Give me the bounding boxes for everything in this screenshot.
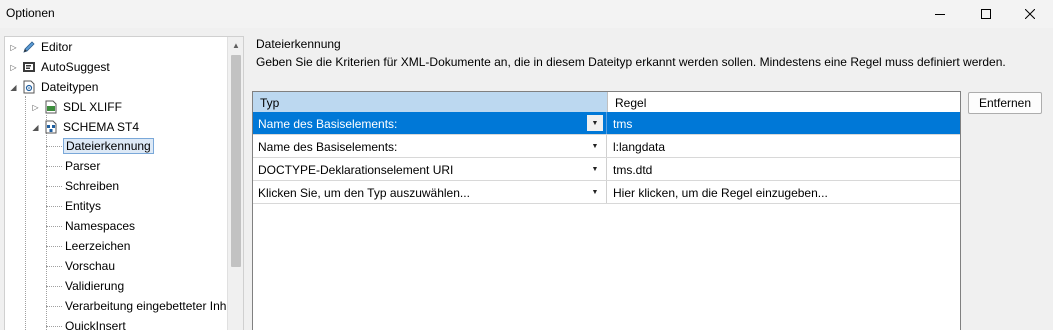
tree-item-label: Verarbeitung eingebetteter Inh <box>65 299 227 313</box>
pencil-icon <box>22 40 36 54</box>
type-cell[interactable]: Name des Basiselements: ▼ <box>253 135 607 157</box>
dropdown-arrow-icon[interactable]: ▼ <box>587 184 603 200</box>
tree-item-label: Namespaces <box>65 219 136 233</box>
column-header-typ[interactable]: Typ <box>253 92 608 112</box>
dropdown-arrow-icon[interactable]: ▼ <box>587 161 603 177</box>
dropdown-arrow-icon[interactable]: ▼ <box>587 138 603 154</box>
minimize-button[interactable] <box>917 0 963 28</box>
table-row[interactable]: DOCTYPE-Deklarationselement URI ▼ tms.dt… <box>253 158 960 181</box>
type-value: Name des Basiselements: <box>258 140 398 154</box>
tree-item-label: Leerzeichen <box>65 239 131 253</box>
collapse-arrow-icon[interactable]: ◢ <box>31 117 40 137</box>
column-header-regel[interactable]: Regel <box>608 92 960 112</box>
filetypes-icon <box>22 80 36 94</box>
maximize-button[interactable] <box>963 0 1009 28</box>
minimize-icon <box>935 14 945 15</box>
rule-cell[interactable]: tms <box>608 112 960 134</box>
section-title: Dateierkennung <box>256 37 341 51</box>
maximize-icon <box>981 9 991 19</box>
type-value: Name des Basiselements: <box>258 117 398 131</box>
tree-scrollbar[interactable]: ▲ <box>227 37 243 330</box>
expand-arrow-icon[interactable]: ▷ <box>9 57 18 77</box>
autosuggest-icon <box>22 60 36 74</box>
tree-item-label: Entitys <box>65 199 102 213</box>
tree-item-editor[interactable]: ▷ Editor <box>9 37 72 57</box>
tree-connector <box>46 166 62 167</box>
scroll-up-arrow-icon[interactable]: ▲ <box>228 37 243 53</box>
rule-value: l:langdata <box>613 140 666 154</box>
type-cell[interactable]: DOCTYPE-Deklarationselement URI ▼ <box>253 158 607 180</box>
tree-item-validierung[interactable]: Validierung <box>63 276 126 296</box>
table-row[interactable]: Name des Basiselements: ▼ tms <box>253 112 960 135</box>
rule-cell[interactable]: tms.dtd <box>608 158 960 180</box>
grid-header: Typ Regel <box>253 92 960 112</box>
remove-button-label: Entfernen <box>978 96 1032 110</box>
section-description: Geben Sie die Kriterien für XML-Dokument… <box>256 55 1006 69</box>
tree-item-label: SCHEMA ST4 <box>63 120 140 134</box>
tree-connector <box>46 326 62 327</box>
dropdown-arrow-icon[interactable]: ▼ <box>587 115 603 131</box>
scroll-thumb[interactable] <box>231 55 241 267</box>
remove-button[interactable]: Entfernen <box>968 92 1042 114</box>
tree-item-autosuggest[interactable]: ▷ AutoSuggest <box>9 57 110 77</box>
type-value: DOCTYPE-Deklarationselement URI <box>258 163 454 177</box>
tree-connector <box>46 226 62 227</box>
tree-item-label: QuickInsert <box>65 319 126 330</box>
rule-cell[interactable]: Hier klicken, um die Regel einzugeben... <box>608 181 960 203</box>
type-value: Klicken Sie, um den Typ auszuwählen... <box>258 186 470 200</box>
title-bar: Optionen <box>0 0 1053 28</box>
tree-item-vorschau[interactable]: Vorschau <box>63 256 117 276</box>
tree-item-label: Vorschau <box>65 259 116 273</box>
tree-item-label: Parser <box>65 159 101 173</box>
tree-item-label: Dateitypen <box>41 80 99 94</box>
tree-item-namespaces[interactable]: Namespaces <box>63 216 137 236</box>
tree-connector <box>46 115 47 330</box>
tree-item-quickinsert[interactable]: QuickInsert <box>63 316 128 330</box>
tree-item-label: Schreiben <box>65 179 120 193</box>
type-cell[interactable]: Name des Basiselements: ▼ <box>253 112 607 134</box>
table-row[interactable]: Klicken Sie, um den Typ auszuwählen... ▼… <box>253 181 960 204</box>
tree-connector <box>46 206 62 207</box>
tree-item-verarbeitung[interactable]: Verarbeitung eingebetteter Inh <box>63 296 228 316</box>
rule-cell[interactable]: l:langdata <box>608 135 960 157</box>
collapse-arrow-icon[interactable]: ◢ <box>9 77 18 97</box>
options-tree[interactable]: ▷ Editor ▷ AutoSuggest ◢ Dateitypen ▷ SD… <box>4 36 244 330</box>
tree-item-schema-st4[interactable]: ◢ SCHEMA ST4 <box>31 117 139 137</box>
tree-item-leerzeichen[interactable]: Leerzeichen <box>63 236 132 256</box>
close-icon <box>1025 9 1035 19</box>
tree-item-label: AutoSuggest <box>41 60 110 74</box>
tree-item-dateierkennung[interactable]: Dateierkennung <box>63 136 154 156</box>
tree-item-schreiben[interactable]: Schreiben <box>63 176 121 196</box>
tree-connector <box>46 306 62 307</box>
tree-item-sdl-xliff[interactable]: ▷ SDL XLIFF <box>31 97 122 117</box>
tree-connector <box>46 246 62 247</box>
window-title: Optionen <box>6 6 55 20</box>
table-row[interactable]: Name des Basiselements: ▼ l:langdata <box>253 135 960 158</box>
tree-connector <box>25 96 26 330</box>
column-header-label: Typ <box>260 96 280 110</box>
tree-item-label: Dateierkennung <box>63 138 154 154</box>
rule-value: tms <box>613 117 633 131</box>
schema-file-icon <box>44 120 58 134</box>
expand-arrow-icon[interactable]: ▷ <box>9 37 18 57</box>
tree-item-entitys[interactable]: Entitys <box>63 196 103 216</box>
tree-item-label: SDL XLIFF <box>63 100 122 114</box>
rules-grid[interactable]: Typ Regel Name des Basiselements: ▼ tms … <box>252 91 961 330</box>
rule-value: Hier klicken, um die Regel einzugeben... <box>613 186 828 200</box>
tree-connector <box>46 186 62 187</box>
tree-item-label: Editor <box>41 40 73 54</box>
expand-arrow-icon[interactable]: ▷ <box>31 97 40 117</box>
rule-value: tms.dtd <box>613 163 653 177</box>
xliff-file-icon <box>44 100 58 114</box>
tree-item-label: Validierung <box>65 279 125 293</box>
close-button[interactable] <box>1007 0 1053 28</box>
tree-connector <box>46 146 62 147</box>
column-header-label: Regel <box>615 96 647 110</box>
type-cell[interactable]: Klicken Sie, um den Typ auszuwählen... ▼ <box>253 181 607 203</box>
tree-item-dateitypen[interactable]: ◢ Dateitypen <box>9 77 98 97</box>
tree-connector <box>46 286 62 287</box>
tree-connector <box>46 266 62 267</box>
tree-item-parser[interactable]: Parser <box>63 156 102 176</box>
